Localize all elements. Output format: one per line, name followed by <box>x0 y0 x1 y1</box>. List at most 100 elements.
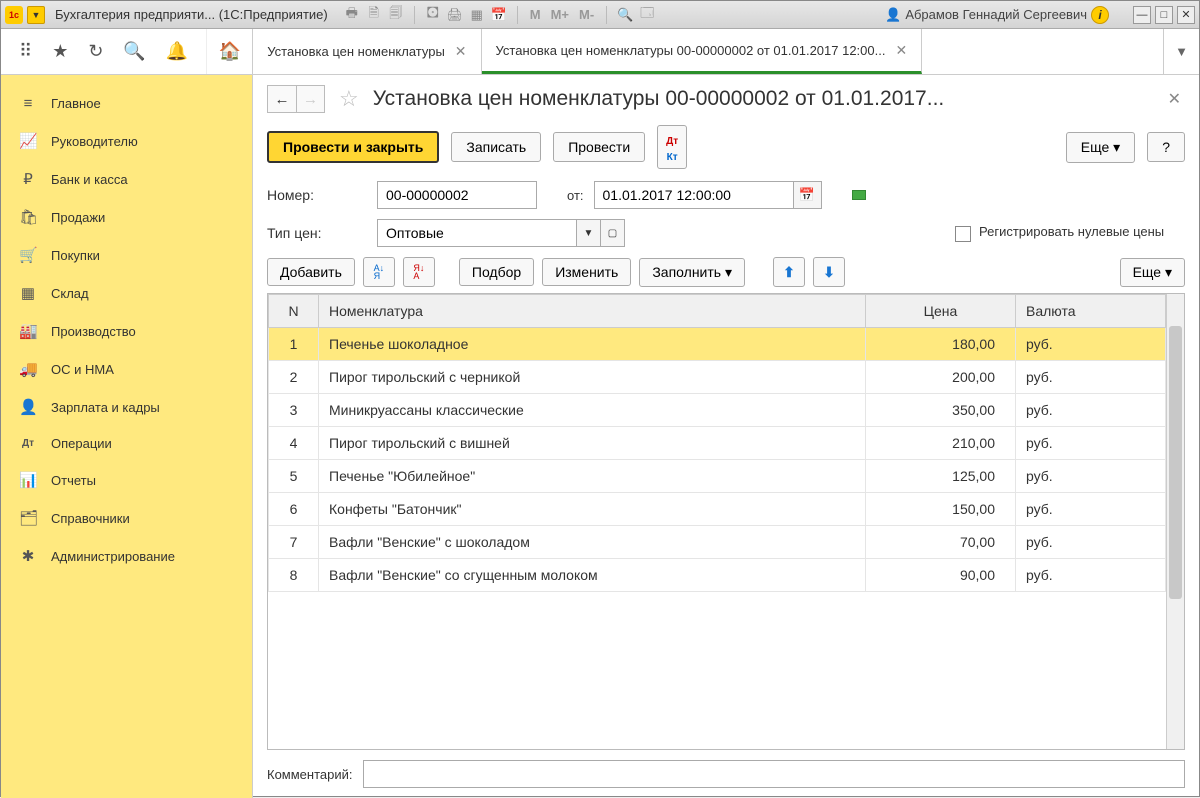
history-icon[interactable]: ↻ <box>88 41 103 62</box>
pick-button[interactable]: Подбор <box>459 258 534 286</box>
comment-input[interactable] <box>363 760 1186 788</box>
sidebar-item-assets[interactable]: 🚚ОС и НМА <box>1 350 252 388</box>
post-button[interactable]: Провести <box>553 132 645 162</box>
sidebar-item-purchases[interactable]: 🛒Покупки <box>1 236 252 274</box>
maximize-button[interactable]: □ <box>1155 6 1173 24</box>
calc-m-button[interactable]: M <box>528 7 543 22</box>
calendar-icon[interactable]: 📅 <box>491 7 507 23</box>
col-n[interactable]: N <box>269 295 319 328</box>
print-icon[interactable]: 🖶 <box>344 7 360 23</box>
sidebar-item-admin[interactable]: ✱Администрирование <box>1 537 252 575</box>
help-button[interactable]: ? <box>1147 132 1185 162</box>
sidebar-item-production[interactable]: 🏭Производство <box>1 312 252 350</box>
titlebar-tools: 🖶 🗎 🗐 🖸 🖨 ▦ 📅 M M+ M- 🔍 🗔 <box>344 6 655 24</box>
chevron-down-icon: ▾ <box>1113 139 1120 155</box>
more-button[interactable]: Еще ▾ <box>1066 132 1135 163</box>
person-icon: 👤 <box>19 398 37 416</box>
home-button[interactable]: 🏠 <box>207 29 253 74</box>
close-button[interactable]: ✕ <box>1177 6 1195 24</box>
combo-dropdown-icon[interactable]: ▼ <box>577 219 601 247</box>
tab-close-icon[interactable]: ✕ <box>895 42 907 59</box>
tab-price-document[interactable]: Установка цен номенклатуры 00-00000002 о… <box>482 29 923 74</box>
copy-icon[interactable]: 🗐 <box>388 7 404 23</box>
table-more-button[interactable]: Еще ▾ <box>1120 258 1185 287</box>
number-input[interactable] <box>377 181 537 209</box>
app-menu-dropdown[interactable]: ▼ <box>27 6 45 24</box>
calendar-picker-icon[interactable]: 📅 <box>794 181 822 209</box>
apps-grid-icon[interactable]: ⠿ <box>19 41 32 62</box>
col-item[interactable]: Номенклатура <box>319 295 866 328</box>
tab-label: Установка цен номенклатуры <box>267 44 445 59</box>
favorite-star-icon[interactable]: ☆ <box>339 86 359 112</box>
calc-mminus-button[interactable]: M- <box>577 7 596 22</box>
table-icon[interactable]: ▦ <box>469 7 485 23</box>
add-row-button[interactable]: Добавить <box>267 258 355 286</box>
document-close-icon[interactable]: ✕ <box>1164 85 1185 113</box>
sidebar-item-main[interactable]: ≡Главное <box>1 85 252 122</box>
table-row[interactable]: 4Пирог тирольский с вишней210,00руб. <box>269 427 1166 460</box>
sidebar-item-warehouse[interactable]: ▦Склад <box>1 274 252 312</box>
table-header-row: N Номенклатура Цена Валюта <box>269 295 1166 328</box>
cell-currency: руб. <box>1016 394 1166 427</box>
table-row[interactable]: 5Печенье "Юбилейное"125,00руб. <box>269 460 1166 493</box>
cell-price: 90,00 <box>866 559 1016 592</box>
vertical-scrollbar[interactable] <box>1166 294 1184 749</box>
table-row[interactable]: 3Миникруассаны классические350,00руб. <box>269 394 1166 427</box>
col-currency[interactable]: Валюта <box>1016 295 1166 328</box>
tab-price-list[interactable]: Установка цен номенклатуры ✕ <box>253 29 481 74</box>
table-row[interactable]: 7Вафли "Венские" с шоколадом70,00руб. <box>269 526 1166 559</box>
zoom-icon[interactable]: 🔍 <box>617 7 633 23</box>
register-zero-checkbox[interactable] <box>955 226 971 242</box>
nav-forward-button[interactable]: → <box>296 86 324 112</box>
move-up-button[interactable]: ⬆ <box>773 257 805 287</box>
tab-close-icon[interactable]: ✕ <box>455 43 467 60</box>
print2-icon[interactable]: 🖨 <box>447 7 463 23</box>
table-row[interactable]: 6Конфеты "Батончик"150,00руб. <box>269 493 1166 526</box>
col-price[interactable]: Цена <box>866 295 1016 328</box>
change-button[interactable]: Изменить <box>542 258 631 286</box>
sort-desc-button[interactable]: Я↓А <box>403 257 435 287</box>
user-indicator[interactable]: 👤 Абрамов Геннадий Сергеевич <box>885 7 1087 23</box>
minimize-button[interactable]: — <box>1133 6 1151 24</box>
table-row[interactable]: 8Вафли "Венские" со сгущенным молоком90,… <box>269 559 1166 592</box>
fill-button[interactable]: Заполнить ▾ <box>639 258 745 287</box>
search-icon[interactable]: 🔍 <box>123 41 145 62</box>
print-preview-icon[interactable]: 🗎 <box>366 7 382 23</box>
cell-n: 6 <box>269 493 319 526</box>
tabs-dropdown[interactable]: ▼ <box>1163 29 1199 74</box>
move-down-button[interactable]: ⬇ <box>813 257 845 287</box>
export-icon[interactable]: 🖸 <box>425 7 441 23</box>
sidebar-item-manager[interactable]: 📈Руководителю <box>1 122 252 160</box>
items-table-scroll[interactable]: N Номенклатура Цена Валюта 1Печенье шоко… <box>268 294 1166 749</box>
nav-back-button[interactable]: ← <box>268 86 296 112</box>
scrollbar-thumb[interactable] <box>1169 326 1182 599</box>
user-icon: 👤 <box>885 7 901 23</box>
sidebar-item-sales[interactable]: 🛍Продажи <box>1 198 252 236</box>
sidebar-item-catalogs[interactable]: 🗂Справочники <box>1 499 252 537</box>
calc-mplus-button[interactable]: M+ <box>549 7 571 22</box>
save-button[interactable]: Записать <box>451 132 541 162</box>
cell-item: Вафли "Венские" со сгущенным молоком <box>319 559 866 592</box>
toolbar-icons: ⠿ ★ ↻ 🔍 🔔 <box>1 29 207 74</box>
info-icon[interactable]: i <box>1091 6 1109 24</box>
sidebar-item-bank[interactable]: ₽Банк и касса <box>1 160 252 198</box>
sidebar-item-reports[interactable]: 📊Отчеты <box>1 461 252 499</box>
combo-open-icon[interactable]: ▢ <box>601 219 625 247</box>
doc-icon[interactable]: 🗔 <box>639 7 655 23</box>
sort-asc-button[interactable]: А↓Я <box>363 257 395 287</box>
cell-item: Миникруассаны классические <box>319 394 866 427</box>
table-row[interactable]: 1Печенье шоколадное180,00руб. <box>269 328 1166 361</box>
post-and-close-button[interactable]: Провести и закрыть <box>267 131 439 163</box>
user-name: Абрамов Геннадий Сергеевич <box>905 7 1087 22</box>
toolbar-row: ⠿ ★ ↻ 🔍 🔔 🏠 Установка цен номенклатуры ✕… <box>1 29 1199 75</box>
dtkt-button[interactable]: ДтКт <box>657 125 687 169</box>
table-row[interactable]: 2Пирог тирольский с черникой200,00руб. <box>269 361 1166 394</box>
date-input[interactable] <box>594 181 794 209</box>
number-date-row: Номер: от: 📅 <box>267 181 1185 209</box>
price-type-input[interactable] <box>377 219 577 247</box>
sidebar-item-label: Операции <box>51 436 112 451</box>
notifications-icon[interactable]: 🔔 <box>166 41 188 62</box>
favorites-icon[interactable]: ★ <box>52 41 68 62</box>
sidebar-item-hr[interactable]: 👤Зарплата и кадры <box>1 388 252 426</box>
sidebar-item-operations[interactable]: ДтОперации <box>1 426 252 461</box>
